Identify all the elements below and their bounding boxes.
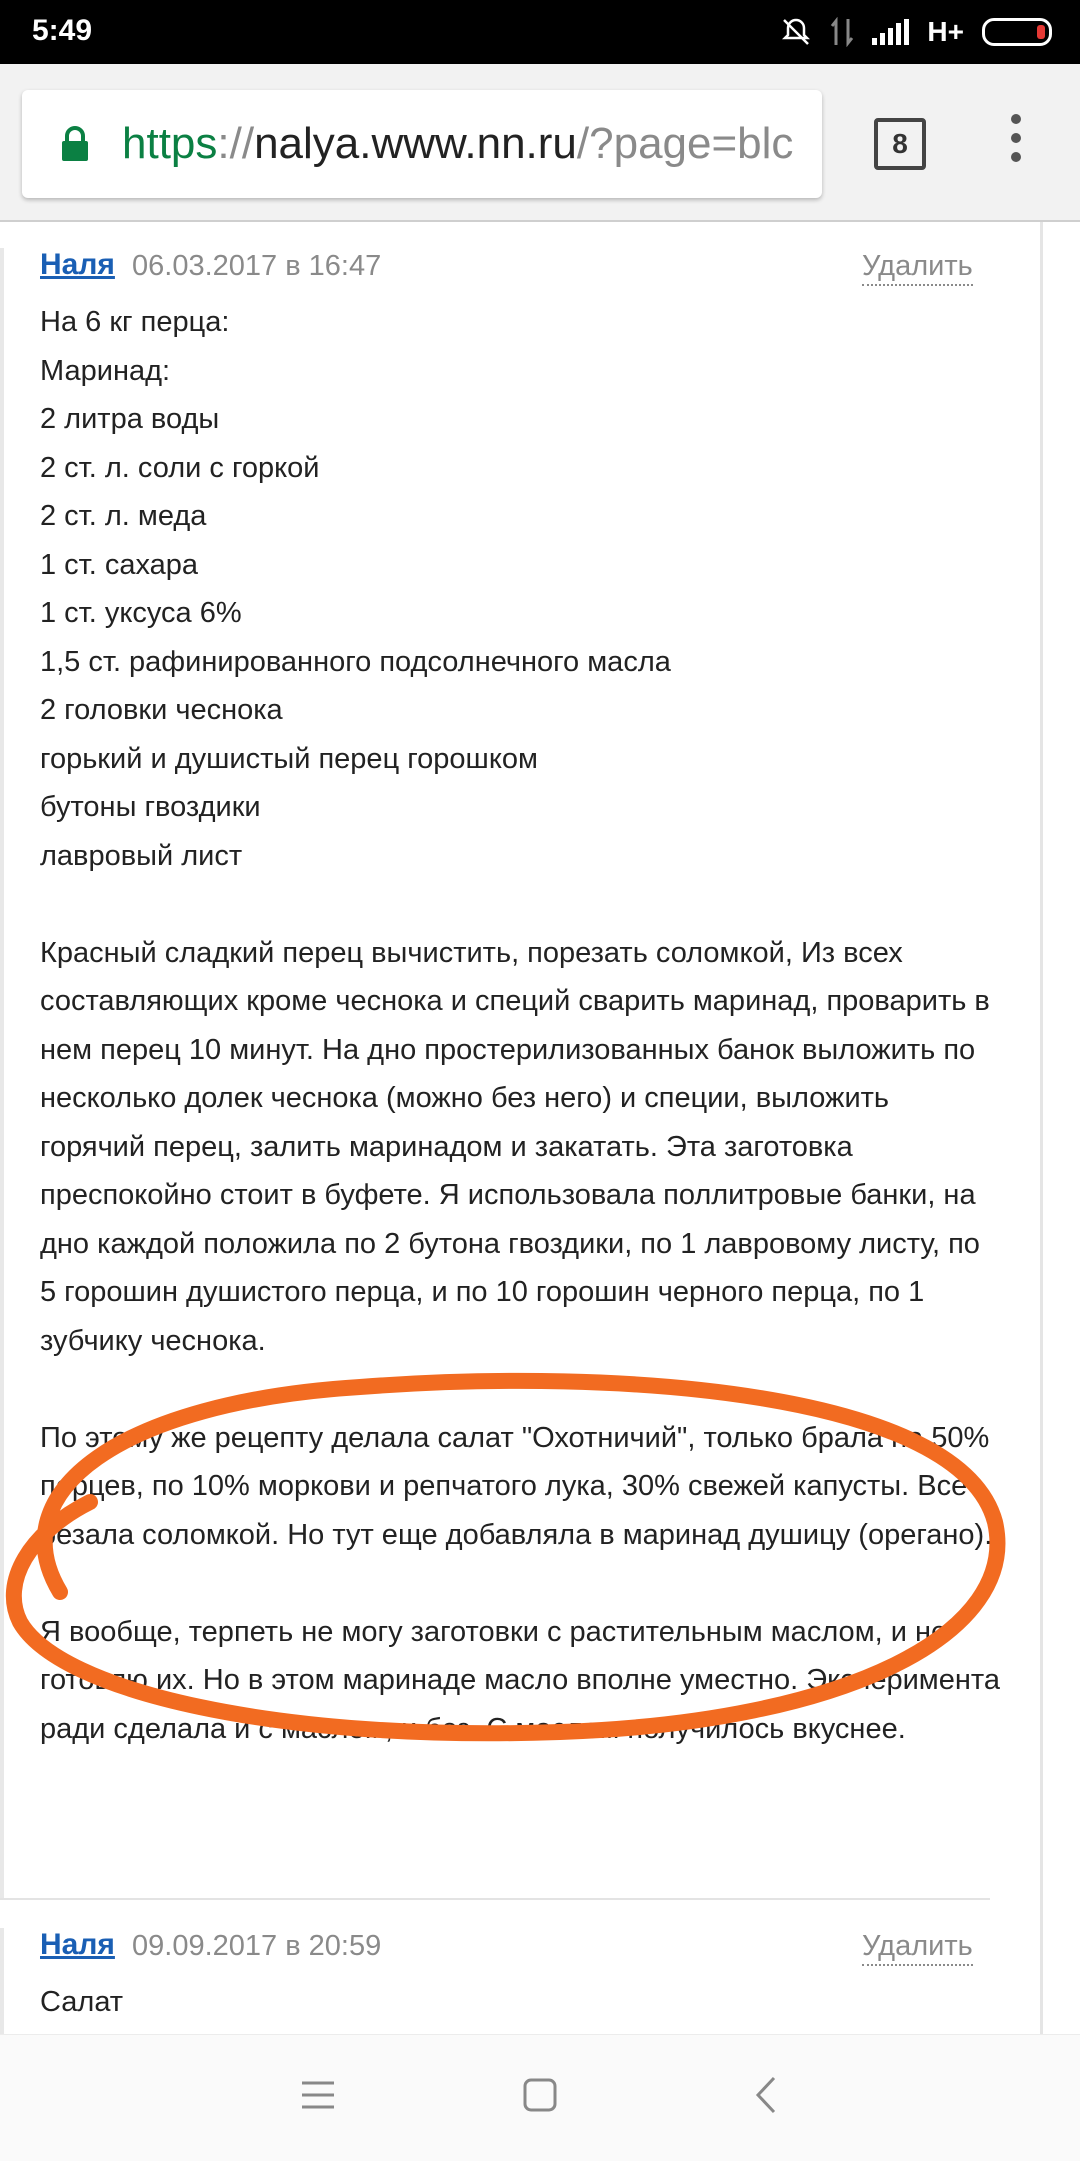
comment-text: Салат <box>40 1986 124 2018</box>
comment-date: 06.03.2017 в 16:47 <box>132 250 382 282</box>
delete-link[interactable]: Удалить <box>862 248 973 286</box>
home-icon[interactable] <box>522 2075 558 2115</box>
comment-text: На 6 кг перца: Маринад: 2 литра воды 2 с… <box>40 306 1000 1745</box>
network-type: H+ <box>927 16 964 47</box>
data-transfer-icon <box>831 17 854 47</box>
status-bar: 5:49 H+ <box>0 0 1080 64</box>
comment: Наля 09.09.2017 в 20:59 Удалить Салат <box>0 1928 1004 2034</box>
comment-header: Наля 09.09.2017 в 20:59 Удалить <box>4 1928 1004 1978</box>
delete-link[interactable]: Удалить <box>862 1928 973 1966</box>
system-nav-bar <box>0 2034 1080 2161</box>
status-time: 5:49 <box>32 14 93 47</box>
comment: Наля 06.03.2017 в 16:47 Удалить На 6 кг … <box>0 248 1004 1898</box>
url-text: https://nalya.www.nn.ru/?page=blc <box>122 112 793 176</box>
lock-icon <box>62 126 88 161</box>
browser-toolbar: https://nalya.www.nn.ru/?page=blc 8 <box>0 64 1080 222</box>
comment-author-link[interactable]: Наля <box>40 1928 115 1962</box>
page-content[interactable]: Наля 06.03.2017 в 16:47 Удалить На 6 кг … <box>0 222 1080 2034</box>
comment-date: 09.09.2017 в 20:59 <box>132 1930 382 1962</box>
back-icon[interactable] <box>752 2075 782 2115</box>
status-icons: H+ <box>780 14 1052 50</box>
battery-icon <box>982 18 1052 46</box>
no-notification-icon <box>782 18 811 45</box>
url-separator: :// <box>217 119 255 168</box>
tab-switcher-button[interactable]: 8 <box>874 118 926 170</box>
url-host: nalya.www.nn.ru <box>254 119 577 168</box>
url-path: /?page=blc <box>576 119 794 168</box>
page-border <box>1040 222 1043 2034</box>
url-bar[interactable]: https://nalya.www.nn.ru/?page=blc <box>22 90 822 198</box>
comment-author-link[interactable]: Наля <box>40 248 115 282</box>
menu-icon[interactable] <box>300 2075 336 2115</box>
overflow-menu-icon[interactable] <box>1006 114 1026 174</box>
url-scheme: https <box>122 119 218 168</box>
signal-icon <box>872 19 910 45</box>
comment-divider <box>0 1898 990 1900</box>
comment-header: Наля 06.03.2017 в 16:47 Удалить <box>4 248 1004 298</box>
